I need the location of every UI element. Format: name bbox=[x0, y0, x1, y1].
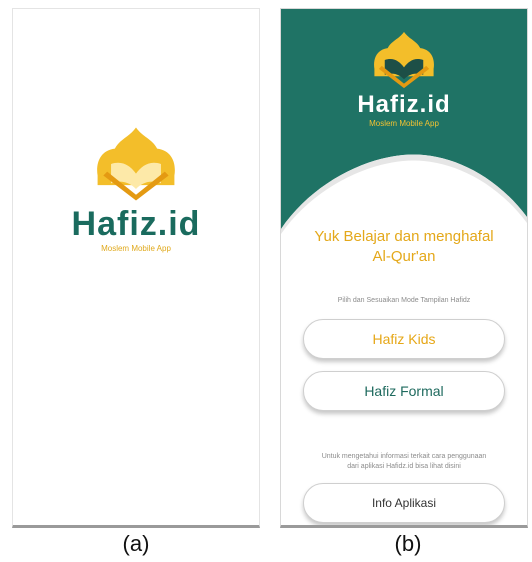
splash-screen: Hafiz.id Moslem Mobile App bbox=[12, 8, 260, 528]
mode-hint: Pilih dan Sesuaikan Mode Tampilan Hafidz bbox=[337, 297, 471, 304]
brand-tagline: Moslem Mobile App bbox=[101, 244, 171, 253]
info-hint-line-1: Untuk mengetahui informasi terkait cara … bbox=[321, 453, 487, 460]
info-hint-line-2: dari aplikasi Hafidz.id bisa lihat disin… bbox=[347, 463, 461, 470]
mode-select-screen: Hafiz.id Moslem Mobile App Yuk Belajar d… bbox=[280, 8, 528, 528]
hafiz-formal-button[interactable]: Hafiz Formal bbox=[303, 371, 505, 411]
info-aplikasi-button[interactable]: Info Aplikasi bbox=[303, 483, 505, 523]
caption-a: (a) bbox=[122, 531, 150, 556]
welcome-line-1: Yuk Belajar dan menghafal bbox=[314, 228, 494, 245]
app-logo: Hafiz.id Moslem Mobile App bbox=[13, 125, 259, 253]
brand-tagline: Moslem Mobile App bbox=[369, 119, 439, 128]
brand-name: Hafiz.id bbox=[71, 205, 201, 243]
app-logo: Hafiz.id Moslem Mobile App bbox=[281, 29, 527, 128]
info-hint: Untuk mengetahui informasi terkait cara … bbox=[291, 452, 517, 472]
welcome-heading: Yuk Belajar dan menghafal Al-Qur'an bbox=[281, 227, 527, 267]
mosque-quran-icon bbox=[374, 31, 434, 89]
caption-b: (b) bbox=[394, 531, 422, 556]
hafiz-kids-button[interactable]: Hafiz Kids bbox=[303, 319, 505, 359]
welcome-line-2: Al-Qur'an bbox=[372, 248, 436, 265]
mosque-quran-icon bbox=[97, 127, 175, 201]
brand-name: Hafiz.id bbox=[357, 91, 451, 118]
